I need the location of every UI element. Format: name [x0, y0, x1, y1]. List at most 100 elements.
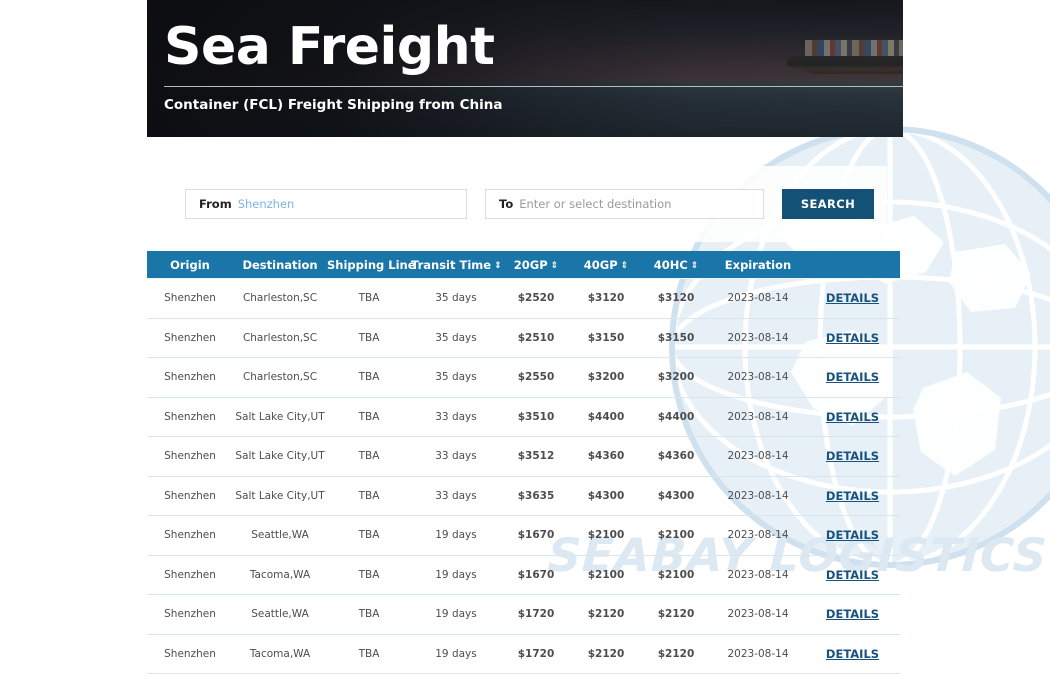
cell-details: DETAILS — [805, 476, 900, 516]
page-banner: Sea Freight Container (FCL) Freight Ship… — [147, 0, 903, 137]
column-header-20gp[interactable]: 20GP ⇕ — [501, 251, 571, 279]
column-label-destination: Destination — [242, 257, 318, 272]
origin-field-label: From — [199, 197, 232, 211]
table-row: Shenzhen Charleston,SC TBA 35 days $2510 $315… — [147, 318, 900, 358]
origin-field-value: Shenzhen — [237, 197, 295, 211]
origin-field[interactable]: From Shenzhen — [185, 189, 467, 219]
table-row: Shenzhen Seattle,WA TBA 19 days $1720 $2120 $2… — [147, 594, 900, 635]
cell-40hc-price: $4300 — [641, 476, 711, 516]
sort-icon-40gp[interactable]: ⇕ — [621, 261, 629, 271]
cell-destination: Salt Lake City,UT — [233, 476, 327, 516]
cell-40hc-price: $3200 — [641, 357, 711, 398]
cell-expiration: 2023-08-14 — [711, 357, 805, 398]
cell-details: DETAILS — [805, 278, 900, 319]
cell-shipping-line: TBA — [327, 476, 411, 516]
table-row: Shenzhen Tacoma,WA TBA 19 days $1720 $2120 $21… — [147, 634, 900, 674]
sort-icon-20gp[interactable]: ⇕ — [551, 261, 559, 271]
column-header-destination[interactable]: Destination — [233, 251, 327, 279]
cell-shipping-line: TBA — [327, 634, 411, 674]
column-label-transit-time: Transit Time — [411, 257, 492, 272]
cell-destination: Salt Lake City,UT — [233, 397, 327, 437]
cell-20gp-price: $1670 — [501, 555, 571, 595]
cell-40gp-price: $2100 — [571, 515, 641, 556]
cell-20gp-price: $1670 — [501, 515, 571, 556]
details-link[interactable]: DETAILS — [826, 607, 879, 621]
sort-icon-transit-time[interactable]: ⇕ — [494, 261, 502, 271]
cell-20gp-price: $1720 — [501, 594, 571, 635]
column-label-40gp: 40GP — [583, 257, 618, 272]
cell-transit-time: 35 days — [411, 357, 501, 398]
details-link[interactable]: DETAILS — [826, 291, 879, 305]
cell-shipping-line: TBA — [327, 594, 411, 635]
cell-expiration: 2023-08-14 — [711, 555, 805, 595]
cell-details: DETAILS — [805, 634, 900, 674]
cell-20gp-price: $3512 — [501, 436, 571, 477]
column-label-40hc: 40HC — [653, 257, 688, 272]
details-link[interactable]: DETAILS — [826, 370, 879, 384]
column-label-20gp: 20GP — [513, 257, 548, 272]
destination-field-placeholder: Enter or select destination — [519, 197, 672, 211]
cell-40gp-price: $4400 — [571, 397, 641, 437]
cell-expiration: 2023-08-14 — [711, 476, 805, 516]
cell-expiration: 2023-08-14 — [711, 515, 805, 556]
cell-40hc-price: $2100 — [641, 515, 711, 556]
cell-shipping-line: TBA — [327, 436, 411, 477]
table-row: Shenzhen Seattle,WA TBA 19 days $1670 $2100 $2… — [147, 515, 900, 556]
cell-transit-time: 35 days — [411, 278, 501, 319]
cell-transit-time: 19 days — [411, 555, 501, 595]
cell-origin: Shenzhen — [147, 476, 233, 516]
table-header: Origin Destination Shipping Line Transit… — [147, 251, 900, 279]
cell-transit-time: 19 days — [411, 515, 501, 556]
column-header-origin[interactable]: Origin — [147, 251, 233, 279]
column-label-origin: Origin — [170, 257, 210, 272]
cell-40hc-price: $2120 — [641, 634, 711, 674]
cell-40gp-price: $3150 — [571, 318, 641, 358]
details-link[interactable]: DETAILS — [826, 568, 879, 582]
column-header-40hc[interactable]: 40HC ⇕ — [641, 251, 711, 279]
details-link[interactable]: DETAILS — [826, 489, 879, 503]
cell-20gp-price: $3510 — [501, 397, 571, 437]
cell-destination: Charleston,SC — [233, 278, 327, 319]
details-link[interactable]: DETAILS — [826, 449, 879, 463]
cell-destination: Charleston,SC — [233, 318, 327, 358]
table-row: Shenzhen Charleston,SC TBA 35 days $2550 $320… — [147, 357, 900, 398]
cell-40hc-price: $4400 — [641, 397, 711, 437]
destination-field[interactable]: To Enter or select destination — [485, 189, 764, 219]
cell-expiration: 2023-08-14 — [711, 436, 805, 477]
cell-origin: Shenzhen — [147, 436, 233, 477]
cell-shipping-line: TBA — [327, 278, 411, 319]
table-header-row: Origin Destination Shipping Line Transit… — [147, 251, 900, 279]
column-header-shipping-line[interactable]: Shipping Line — [327, 251, 416, 279]
cell-origin: Shenzhen — [147, 555, 233, 595]
cell-40gp-price: $2120 — [571, 594, 641, 635]
column-header-expiration[interactable]: Expiration — [711, 251, 805, 279]
column-header-40gp[interactable]: 40GP ⇕ — [571, 251, 641, 279]
cell-transit-time: 33 days — [411, 397, 501, 437]
details-link[interactable]: DETAILS — [826, 331, 879, 345]
table-body: Shenzhen Charleston,SC TBA 35 days $2520 $312… — [147, 278, 900, 674]
sort-icon-40hc[interactable]: ⇕ — [691, 261, 699, 271]
cell-destination: Charleston,SC — [233, 357, 327, 398]
cell-details: DETAILS — [805, 357, 900, 398]
cell-shipping-line: TBA — [327, 318, 411, 358]
cell-shipping-line: TBA — [327, 357, 411, 398]
search-panel: From Shenzhen To Enter or select destina… — [163, 166, 887, 242]
cell-details: DETAILS — [805, 397, 900, 437]
cell-details: DETAILS — [805, 436, 900, 477]
banner-divider — [164, 86, 903, 87]
cell-expiration: 2023-08-14 — [711, 318, 805, 358]
cell-origin: Shenzhen — [147, 397, 233, 437]
cell-origin: Shenzhen — [147, 515, 233, 556]
search-button[interactable]: SEARCH — [782, 189, 874, 219]
cell-40hc-price: $3150 — [641, 318, 711, 358]
details-link[interactable]: DETAILS — [826, 647, 879, 661]
cell-destination: Salt Lake City,UT — [233, 436, 327, 477]
details-link[interactable]: DETAILS — [826, 410, 879, 424]
cell-destination: Tacoma,WA — [233, 555, 327, 595]
cell-details: DETAILS — [805, 318, 900, 358]
cell-expiration: 2023-08-14 — [711, 397, 805, 437]
column-label-shipping-line: Shipping Line — [327, 257, 416, 272]
cell-shipping-line: TBA — [327, 555, 411, 595]
column-header-transit-time[interactable]: Transit Time ⇕ — [411, 251, 502, 279]
details-link[interactable]: DETAILS — [826, 528, 879, 542]
